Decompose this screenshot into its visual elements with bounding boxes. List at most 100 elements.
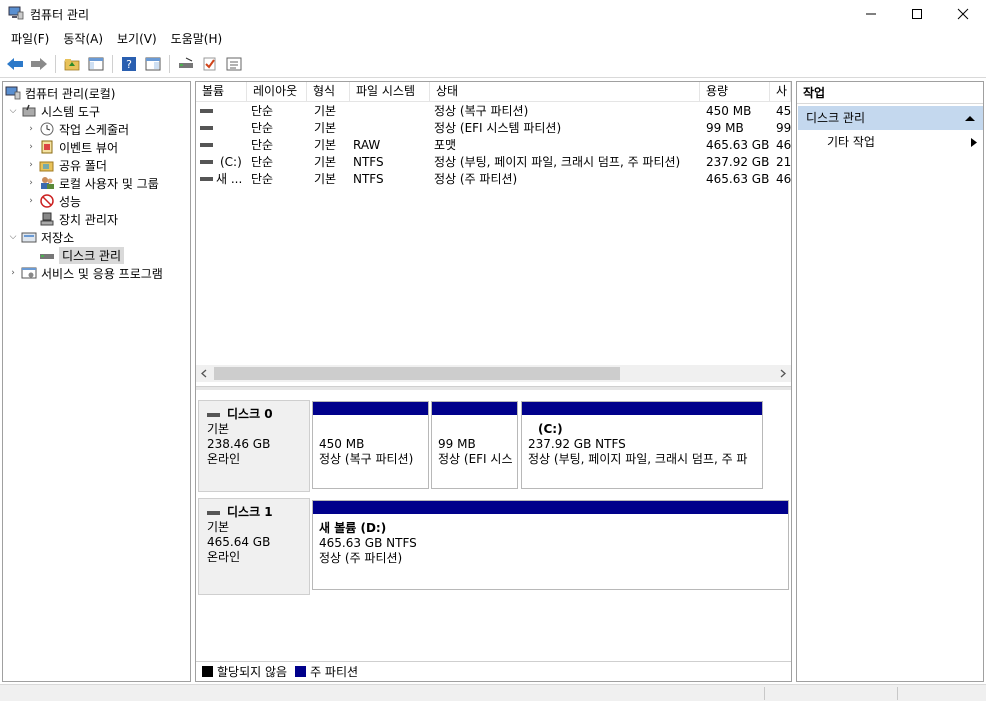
column-header-capacity[interactable]: 용량: [700, 82, 770, 102]
cell-capacity: 465.63 GB: [706, 138, 770, 152]
column-header-file-system[interactable]: 파일 시스템: [350, 82, 430, 102]
disk-1-label[interactable]: 디스크 1 기본 465.64 GB 온라인: [198, 498, 310, 595]
back-arrow-icon: [7, 58, 23, 70]
partition-status: 정상 (복구 파티션): [319, 452, 414, 466]
tree-item-event-viewer[interactable]: › 이벤트 뷰어: [25, 138, 118, 156]
partition-title: (C:): [538, 422, 563, 436]
partition-size: 237.92 GB NTFS: [528, 437, 626, 451]
disk-1-name: 디스크 1: [227, 505, 273, 519]
tree-item-root[interactable]: 컴퓨터 관리(로컬): [5, 84, 115, 102]
menu-file[interactable]: 파일(F): [4, 29, 56, 49]
tree-item-shared-folders[interactable]: › 공유 폴더: [25, 156, 107, 174]
partition-size: 99 MB: [438, 437, 476, 451]
disk-map: 디스크 0 기본 238.46 GB 온라인 450 MB 정상 (복구 파티션…: [196, 390, 791, 664]
shared-folder-icon: [39, 161, 54, 172]
actions-section-disk-management[interactable]: 디스크 관리: [798, 106, 983, 130]
disk-0-label[interactable]: 디스크 0 기본 238.46 GB 온라인: [198, 400, 310, 492]
more-actions-label: 기타 작업: [827, 135, 875, 149]
more-actions-item[interactable]: 기타 작업: [827, 132, 977, 152]
properties-button[interactable]: [223, 53, 245, 75]
console-tree: 컴퓨터 관리(로컬) ⌵ 시스템 도구 › 작업 스케줄러 › 이벤트 뷰어 ›…: [2, 81, 191, 682]
chevron-right-icon[interactable]: ›: [25, 124, 37, 134]
chevron-down-icon[interactable]: ⌵: [7, 106, 19, 116]
tree-item-task-scheduler[interactable]: › 작업 스케줄러: [25, 120, 129, 138]
chevron-down-icon[interactable]: ⌵: [7, 232, 19, 242]
scroll-left-icon[interactable]: [200, 369, 208, 378]
table-row[interactable]: 단순 기본 정상 (EFI 시스템 파티션) 99 MB 99: [196, 120, 791, 137]
tree-item-system-tools[interactable]: ⌵ 시스템 도구: [7, 102, 100, 120]
partition-efi[interactable]: 99 MB 정상 (EFI 시스: [431, 401, 518, 489]
chevron-right-icon[interactable]: ›: [7, 268, 19, 278]
chevron-right-icon[interactable]: ›: [25, 160, 37, 170]
tree-item-storage[interactable]: ⌵ 저장소: [7, 228, 75, 246]
cell-capacity: 99 MB: [706, 121, 744, 135]
menu-help[interactable]: 도움말(H): [164, 29, 230, 49]
partition-d[interactable]: 새 볼륨 (D:) 465.63 GB NTFS 정상 (주 파티션): [312, 500, 789, 590]
cell-volume: 새 ...: [216, 172, 243, 186]
column-header-free-space[interactable]: 사: [770, 82, 791, 102]
partition-recovery[interactable]: 450 MB 정상 (복구 파티션): [312, 401, 429, 489]
window-title: 컴퓨터 관리: [30, 8, 90, 22]
scrollbar-thumb[interactable]: [214, 367, 620, 380]
tree-item-disk-management[interactable]: 디스크 관리: [39, 246, 125, 264]
disk-state: 온라인: [207, 452, 241, 466]
back-button[interactable]: [4, 53, 26, 75]
table-row[interactable]: (C:) 단순 기본 NTFS 정상 (부팅, 페이지 파일, 크래시 덤프, …: [196, 154, 791, 171]
chevron-right-icon[interactable]: ›: [25, 178, 37, 188]
tree-item-services[interactable]: › 서비스 및 응용 프로그램: [7, 264, 163, 282]
chevron-right-icon[interactable]: ›: [25, 142, 37, 152]
maximize-button[interactable]: [894, 0, 940, 28]
folder-up-icon: [64, 59, 80, 71]
disk-size: 238.46 GB: [207, 437, 271, 451]
menu-view[interactable]: 보기(V): [110, 29, 164, 49]
status-separator: [764, 687, 765, 700]
minimize-icon: [866, 13, 876, 15]
help-button[interactable]: ?: [118, 53, 140, 75]
collapse-up-icon[interactable]: [965, 115, 975, 122]
menu-action[interactable]: 동작(A): [56, 29, 110, 49]
up-folder-button[interactable]: [61, 53, 83, 75]
cell-free: 46: [776, 138, 791, 152]
table-row[interactable]: 새 ... 단순 기본 NTFS 정상 (주 파티션) 465.63 GB 46: [196, 171, 791, 188]
disk-state: 온라인: [207, 550, 241, 564]
tree-item-local-users[interactable]: › 로컬 사용자 및 그룹: [25, 174, 159, 192]
computer-management-icon: [5, 86, 21, 100]
tree-label: 장치 관리자: [59, 212, 119, 227]
performance-icon: [40, 194, 54, 208]
table-row[interactable]: 단순 기본 정상 (복구 파티션) 450 MB 45: [196, 103, 791, 120]
column-header-volume[interactable]: 볼륨: [196, 82, 247, 102]
scroll-right-icon[interactable]: [779, 369, 787, 378]
actions-section-label: 디스크 관리: [806, 111, 866, 125]
partition-size: 465.63 GB NTFS: [319, 536, 417, 550]
disk-action-button[interactable]: [175, 53, 197, 75]
show-hide-tree-button[interactable]: [85, 53, 107, 75]
close-icon: [957, 8, 969, 20]
cell-status: 포맷: [434, 138, 457, 152]
column-header-type[interactable]: 형식: [307, 82, 350, 102]
clock-icon: [40, 122, 54, 136]
disk-0-name: 디스크 0: [227, 407, 273, 421]
check-disk-button[interactable]: [199, 53, 221, 75]
table-row[interactable]: 단순 기본 RAW 포맷 465.63 GB 46: [196, 137, 791, 154]
tree-label: 서비스 및 응용 프로그램: [41, 266, 163, 281]
show-action-pane-button[interactable]: [142, 53, 164, 75]
toolbar-separator: [55, 55, 56, 73]
status-separator: [897, 687, 898, 700]
tree-item-device-manager[interactable]: 장치 관리자: [39, 210, 118, 228]
forward-button[interactable]: [28, 53, 50, 75]
properties-icon: [226, 57, 242, 71]
horizontal-scrollbar[interactable]: [196, 365, 791, 382]
close-button[interactable]: [940, 0, 986, 28]
disk-name: 디스크 0: [207, 407, 301, 422]
column-header-layout[interactable]: 레이아웃: [247, 82, 307, 102]
minimize-button[interactable]: [848, 0, 894, 28]
partition-bar: [313, 402, 428, 415]
column-header-status[interactable]: 상태: [430, 82, 700, 102]
partition-c[interactable]: (C:) 237.92 GB NTFS 정상 (부팅, 페이지 파일, 크래시 …: [521, 401, 763, 489]
tree-label: 성능: [59, 194, 82, 209]
forward-arrow-icon: [31, 58, 47, 70]
disk-icon: [207, 510, 220, 515]
tree-item-performance[interactable]: › 성능: [25, 192, 81, 210]
cell-capacity: 237.92 GB: [706, 155, 770, 169]
chevron-right-icon[interactable]: ›: [25, 196, 37, 206]
